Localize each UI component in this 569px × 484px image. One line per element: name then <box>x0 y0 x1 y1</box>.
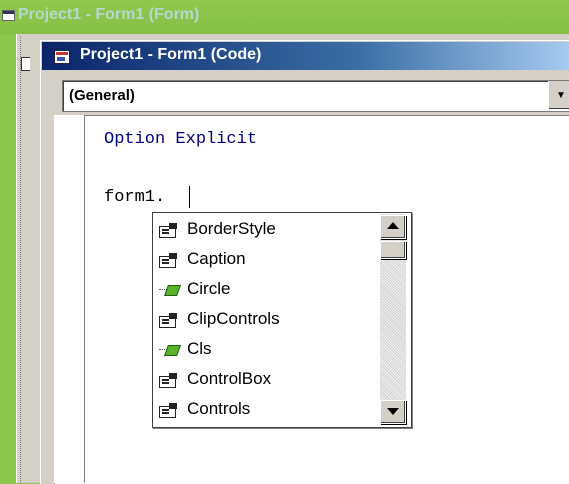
form-resize-handle[interactable] <box>21 57 30 71</box>
member-list-item[interactable]: Caption <box>159 245 379 275</box>
property-icon <box>159 373 177 388</box>
member-list-item[interactable]: Cls <box>159 335 379 365</box>
code-window-title: Project1 - Form1 (Code) <box>80 46 262 63</box>
scrollbar-thumb[interactable] <box>380 241 406 259</box>
property-icon <box>159 403 177 418</box>
form-grid-edge <box>20 36 35 483</box>
property-icon <box>159 253 177 268</box>
member-list-item[interactable]: ControlBox <box>159 365 379 395</box>
member-list-item[interactable]: BorderStyle <box>159 215 379 245</box>
method-icon <box>159 285 182 296</box>
code-line[interactable]: Option Explicit <box>104 130 257 149</box>
code-margin-bar[interactable] <box>54 115 85 483</box>
member-list-item-label: ClipControls <box>187 309 280 328</box>
object-dropdown-button[interactable]: ▼ <box>548 81 569 109</box>
code-window-icon <box>54 50 70 64</box>
arrow-down-icon <box>387 408 399 415</box>
scroll-up-button[interactable] <box>380 215 406 239</box>
member-list-item-label: Cls <box>187 339 212 358</box>
member-list-popup[interactable]: BorderStyle Caption Circle ClipControls … <box>152 212 412 428</box>
object-dropdown-value: (General) <box>69 87 135 104</box>
form-window-titlebar[interactable]: Project1 - Form1 (Form) <box>0 0 569 34</box>
member-list-item[interactable]: Circle <box>159 275 379 305</box>
property-icon <box>159 313 177 328</box>
member-list-item-label: Caption <box>187 249 246 268</box>
method-icon <box>159 345 182 356</box>
object-dropdown[interactable]: (General) <box>62 80 569 112</box>
property-icon <box>159 223 177 238</box>
code-window-titlebar[interactable]: Project1 - Form1 (Code) <box>42 42 569 70</box>
member-list-item-label: BorderStyle <box>187 219 276 238</box>
member-list-scrollbar[interactable] <box>380 214 406 424</box>
text-caret <box>189 186 190 208</box>
member-list-item-label: Controls <box>187 399 251 418</box>
member-list-item-label: ControlBox <box>187 369 272 388</box>
member-list-item[interactable]: Controls <box>159 395 379 425</box>
form-window-icon <box>2 10 15 21</box>
member-list-item-label: Circle <box>187 279 231 298</box>
chevron-down-icon: ▼ <box>556 90 566 101</box>
member-list-item[interactable]: ClipControls <box>159 305 379 335</box>
form-window-title: Project1 - Form1 (Form) <box>18 6 200 23</box>
scroll-down-button[interactable] <box>380 400 406 424</box>
arrow-up-icon <box>387 222 399 229</box>
code-line[interactable]: form1. <box>104 188 165 207</box>
